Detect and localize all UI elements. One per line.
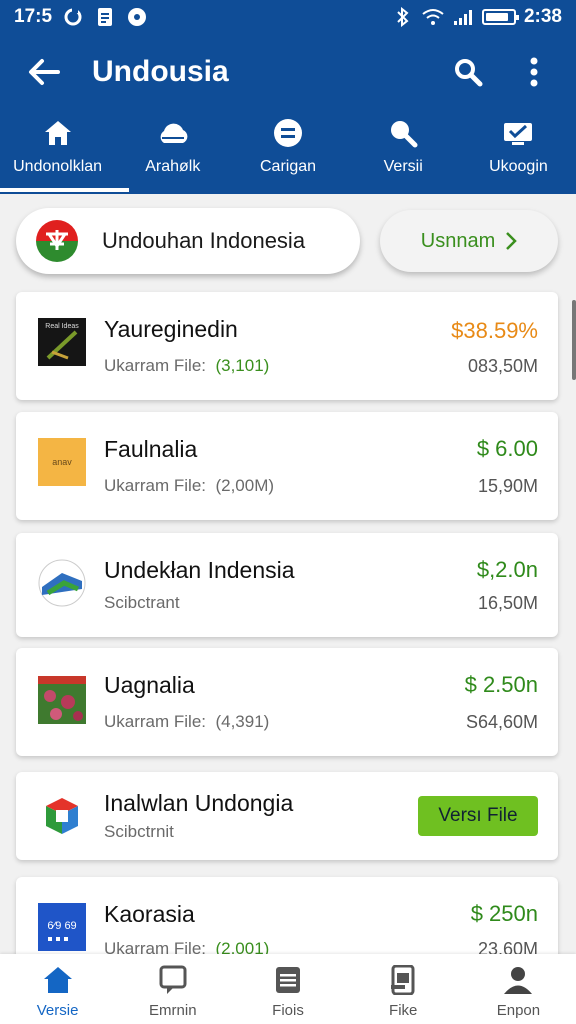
nav-item-emrnin[interactable]: Emrnin [115, 954, 230, 1024]
indonesia-logo-icon [36, 220, 78, 262]
item-name: Faulnalia [104, 436, 198, 462]
item-name: Inalwlan Undongia [104, 790, 294, 816]
list-item[interactable]: Undekłan Indensia Scibctrant $,2.0n 16,5… [16, 533, 558, 637]
svg-text:6⁄9 69: 6⁄9 69 [47, 920, 76, 932]
tab-3[interactable]: Versii [346, 110, 461, 194]
tab-label: Undonolklan [13, 158, 103, 175]
item-sub: Ukarram File: (3,101) [104, 356, 270, 375]
tab-label: Arahølk [145, 158, 201, 175]
version-file-button[interactable]: Versı File [418, 796, 538, 836]
mail-check-icon [501, 116, 535, 150]
home-icon [41, 116, 75, 150]
thumb-book: Real Ideas [38, 318, 86, 366]
item-size: 083,50M [467, 356, 538, 376]
item-name: Undekłan Indensia [104, 557, 295, 583]
thumb-yellow: anav [38, 438, 86, 486]
back-button[interactable] [22, 50, 66, 94]
item-price: $ 250n [470, 901, 538, 926]
thumb-flowers [38, 676, 86, 724]
cloud-icon [156, 116, 190, 150]
svg-text:anav: anav [52, 457, 72, 467]
list-item[interactable]: Inalwlan Undongia Scibctrnit Versı File [16, 772, 558, 860]
featured-banner[interactable]: Undouhan Indonesia [16, 208, 360, 274]
item-name: Kaorasia [104, 901, 195, 927]
equals-circle-icon [271, 116, 305, 150]
nav-item-fike[interactable]: Fike [346, 954, 461, 1024]
nav-item-enpon[interactable]: Enpon [461, 954, 576, 1024]
bluetooth-icon [392, 6, 414, 28]
location-icon [126, 6, 148, 28]
person-icon [500, 962, 536, 998]
status-time-right: 2:38 [523, 6, 562, 27]
featured-text: Undouhan Indonesia [102, 228, 306, 253]
note-icon [94, 6, 116, 28]
tab-label: Versii [383, 158, 423, 175]
svg-text:Real Ideas: Real Ideas [45, 323, 79, 330]
search-icon [386, 116, 420, 150]
status-bar: 17:5 2:38 [0, 0, 576, 34]
tab-label: Ukoogin [489, 158, 548, 175]
tab-1[interactable]: Arahølk [115, 110, 230, 194]
item-name: Yaureginedin [104, 316, 238, 342]
search-icon [455, 59, 483, 87]
device-icon [385, 962, 421, 998]
chat-icon [155, 962, 191, 998]
item-price: $ 6.00 [476, 436, 538, 461]
list-item[interactable]: Real Ideas Yaureginedin Ukarram File: (3… [16, 292, 558, 400]
tab-2[interactable]: Carigan [230, 110, 345, 194]
nav-item-fiois[interactable]: Fiois [230, 954, 345, 1024]
battery-icon [481, 9, 519, 25]
item-sub: Scibctrant [104, 593, 180, 612]
thumb-circle [38, 559, 86, 607]
signal-icon [452, 6, 474, 28]
chevron-right-icon [506, 232, 518, 250]
item-sub: Scibctrnit [104, 822, 174, 841]
scrollbar[interactable] [572, 300, 576, 380]
item-price: $,2.0n [476, 557, 538, 582]
more-menu-button[interactable] [514, 52, 554, 92]
toolbar: Undousia [0, 34, 576, 110]
tab-4[interactable]: Ukoogin [461, 110, 576, 194]
document-icon [270, 962, 306, 998]
home-icon [40, 962, 76, 998]
item-name: Uagnalia [104, 672, 195, 698]
wifi-icon [422, 6, 444, 28]
list-item[interactable]: Uagnalia Ukarram File: (4,391) $ 2.50n S… [16, 648, 558, 756]
item-sub: Ukarram File: (4,391) [104, 712, 270, 731]
item-size: 16,50M [477, 593, 538, 613]
featured-action-label: Usnnam [420, 229, 496, 252]
sync-icon [62, 6, 84, 28]
item-price: $38.59% [451, 318, 538, 343]
arrow-left-icon [29, 59, 60, 85]
nav-item-versie[interactable]: Versie [0, 954, 115, 1024]
tab-0[interactable]: Undonolklan [0, 110, 130, 194]
tab-label: Carigan [259, 158, 317, 175]
thumb-cube [38, 792, 86, 840]
item-sub: Ukarram File: (2,00M) [104, 476, 275, 495]
thumb-blue: 6⁄9 69 [38, 903, 86, 951]
more-vert-icon [530, 57, 538, 87]
page-title: Undousia [92, 55, 229, 88]
item-price: $ 2.50n [464, 672, 538, 697]
featured-action-button[interactable]: Usnnam [380, 210, 558, 272]
status-time-left: 17:5 [14, 6, 53, 27]
item-size: S64,60M [465, 712, 538, 732]
app-bar: 17:5 2:38 Undousia Undonolklan Arahølk C… [0, 0, 576, 194]
list-item[interactable]: anav Faulnalia Ukarram File: (2,00M) $ 6… [16, 412, 558, 520]
item-size: 15,90M [477, 476, 538, 496]
bottom-nav: Versie Emrnin Fiois Fike Enpon [0, 954, 576, 1024]
tab-bar: Undonolklan Arahølk Carigan Versii Ukoog… [0, 110, 576, 194]
search-button[interactable] [448, 52, 488, 92]
